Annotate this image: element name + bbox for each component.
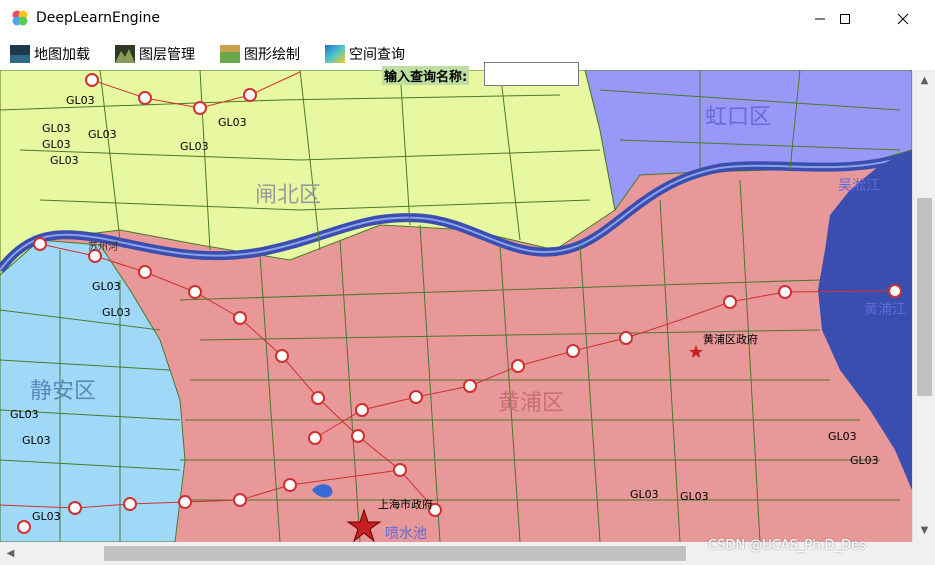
- station-label: GL03: [66, 94, 95, 107]
- vertical-scroll-thumb[interactable]: [917, 198, 932, 396]
- maximize-icon: [840, 14, 850, 24]
- hongkou-label: 虹口区: [705, 105, 771, 130]
- station-label: GL03: [630, 488, 659, 501]
- place-label-city-gov: 上海市政府: [378, 497, 433, 511]
- station-label: GL03: [102, 306, 131, 319]
- jingan-label: 静安区: [30, 379, 96, 404]
- layer-manage-icon: [115, 45, 135, 63]
- station-label: GL03: [828, 430, 857, 443]
- map-svg[interactable]: 虹口区 闸北区 静安区 黄浦区 吴淞江 黄浦江 苏州河 黄浦区政府 上海市政府 …: [0, 70, 912, 542]
- zhabei-label: 闸北区: [255, 183, 321, 208]
- station-label: GL03: [42, 122, 71, 135]
- scroll-left-icon[interactable]: ◀: [2, 545, 19, 562]
- app-logo-icon: [12, 10, 28, 26]
- station-label: GL03: [42, 138, 71, 151]
- station-label: GL03: [180, 140, 209, 153]
- scrollbar-corner: [912, 542, 935, 565]
- watermark: CSDN @UCAS_Ph.D_Des: [708, 538, 866, 553]
- river-label-suzhou: 苏州河: [88, 240, 118, 253]
- station-label: GL03: [88, 128, 117, 141]
- station-label: GL03: [32, 510, 61, 523]
- menu-layer-manage[interactable]: 图层管理: [115, 43, 195, 65]
- menu-label: 地图加载: [34, 47, 90, 63]
- close-icon: [897, 13, 909, 25]
- window-title: DeepLearnEngine: [36, 10, 161, 26]
- menu-label: 图形绘制: [244, 47, 300, 63]
- place-label-fountain: 喷水池: [385, 526, 427, 542]
- station-label: GL03: [680, 490, 709, 503]
- huangpu-label: 黄浦区: [498, 391, 564, 416]
- title-bar: DeepLearnEngine: [0, 0, 935, 38]
- draw-shape-icon: [220, 45, 240, 63]
- river-label-wusong: 吴淞江: [838, 178, 880, 194]
- query-label: 输入查询名称:: [382, 66, 470, 85]
- close-button[interactable]: [880, 0, 926, 38]
- query-input[interactable]: [484, 62, 579, 86]
- station-label: GL03: [218, 116, 247, 129]
- spatial-query-icon: [325, 45, 345, 63]
- station-label: GL03: [22, 434, 51, 447]
- map-canvas[interactable]: 虹口区 闸北区 静安区 黄浦区 吴淞江 黄浦江 苏州河 黄浦区政府 上海市政府 …: [0, 70, 912, 542]
- menu-label: 空间查询: [349, 47, 405, 63]
- scroll-up-icon[interactable]: ▲: [916, 72, 933, 89]
- place-label-huangpu-gov: 黄浦区政府: [703, 332, 758, 346]
- menu-label: 图层管理: [139, 47, 195, 63]
- station-label: GL03: [50, 154, 79, 167]
- map-load-icon: [10, 45, 30, 63]
- maximize-button[interactable]: [822, 0, 868, 38]
- river-label-huangpu: 黄浦江: [864, 301, 906, 318]
- menu-spatial-query[interactable]: 空间查询: [325, 43, 405, 65]
- scroll-down-icon[interactable]: ▼: [916, 522, 933, 539]
- station-label: GL03: [850, 454, 879, 467]
- vertical-scrollbar[interactable]: ▲ ▼: [912, 70, 935, 542]
- horizontal-scroll-thumb[interactable]: [104, 546, 686, 561]
- menu-draw-shape[interactable]: 图形绘制: [220, 43, 300, 65]
- station-label: GL03: [92, 280, 121, 293]
- station-label: GL03: [10, 408, 39, 421]
- menu-map-load[interactable]: 地图加载: [10, 43, 90, 65]
